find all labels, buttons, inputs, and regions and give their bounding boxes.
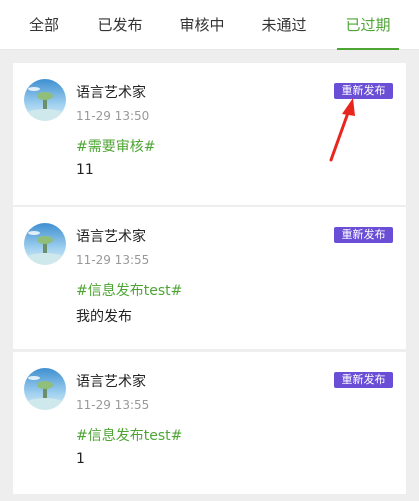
avatar[interactable]	[24, 368, 66, 410]
tab-expired[interactable]: 已过期	[337, 0, 399, 50]
republish-button[interactable]: 重新发布	[334, 227, 393, 243]
post-time: 11-29 13:50	[76, 109, 150, 123]
topic-tag[interactable]: #信息发布test#	[76, 280, 182, 300]
post-content: 1	[76, 451, 85, 467]
republish-button[interactable]: 重新发布	[334, 372, 393, 388]
author-name[interactable]: 语言艺术家	[76, 82, 146, 102]
post-card[interactable]: 语言艺术家 11-29 13:55 #信息发布test# 1 重新发布	[13, 352, 406, 494]
avatar[interactable]	[24, 223, 66, 265]
topic-tag[interactable]: #信息发布test#	[76, 425, 182, 445]
author-name[interactable]: 语言艺术家	[76, 226, 146, 246]
post-time: 11-29 13:55	[76, 253, 150, 267]
tab-under-review[interactable]: 审核中	[172, 0, 232, 50]
avatar[interactable]	[24, 79, 66, 121]
annotation-arrow-icon	[329, 98, 355, 162]
status-tab-bar: 全部 已发布 审核中 未通过 已过期	[0, 0, 419, 50]
tab-rejected[interactable]: 未通过	[254, 0, 314, 50]
tab-published[interactable]: 已发布	[90, 0, 150, 50]
post-card[interactable]: 语言艺术家 11-29 13:55 #信息发布test# 我的发布 重新发布	[13, 207, 406, 349]
post-time: 11-29 13:55	[76, 398, 150, 412]
author-name[interactable]: 语言艺术家	[76, 371, 146, 391]
topic-tag[interactable]: #需要审核#	[76, 136, 155, 156]
tab-all[interactable]: 全部	[14, 0, 74, 50]
post-content: 11	[76, 162, 94, 178]
post-content: 我的发布	[76, 309, 132, 325]
active-tab-indicator	[337, 48, 399, 50]
